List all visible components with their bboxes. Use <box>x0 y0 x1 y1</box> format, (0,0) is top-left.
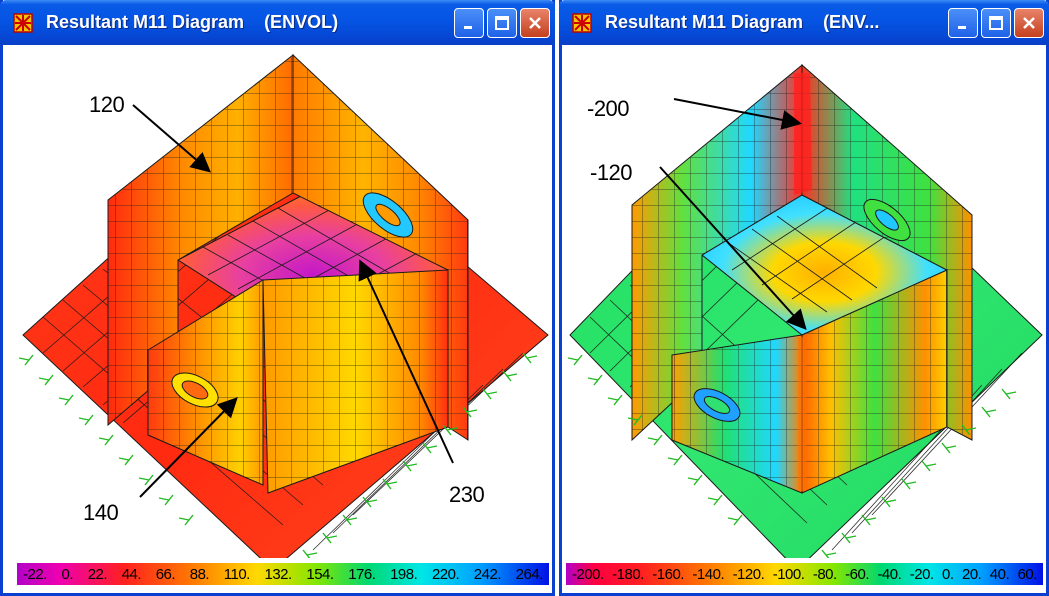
minimize-button[interactable] <box>454 7 484 38</box>
maximize-icon <box>989 15 1003 30</box>
legend-value: -100. <box>772 565 805 583</box>
legend-value: 20. <box>961 565 982 583</box>
window-title: Resultant M11 Diagram (ENVOL) <box>46 12 339 32</box>
legend-value: 0. <box>61 565 74 583</box>
close-icon <box>1023 16 1035 29</box>
legend-value: -200. <box>572 565 604 583</box>
m11-diagram-window-env[interactable]: Resultant M11 Diagram (ENV... -200 -120 … <box>559 0 1049 596</box>
legend-value: 22. <box>87 565 108 583</box>
contour-legend-bar: -200. -180. -160. -140. -120. -100. -80.… <box>566 563 1043 585</box>
m11-diagram-window-envol[interactable]: Resultant M11 Diagram (ENVOL) 120 230 14… <box>0 0 555 596</box>
legend-value: -40. <box>877 565 902 583</box>
legend-value: -80. <box>812 565 837 583</box>
title-bar[interactable]: Resultant M11 Diagram (ENV... <box>559 0 1049 45</box>
legend-value: 176. <box>348 565 376 583</box>
frame-app-icon[interactable] <box>571 12 593 34</box>
legend-value: 60. <box>1017 565 1038 583</box>
frame-app-icon[interactable] <box>12 12 34 34</box>
legend-value: -60. <box>845 565 869 583</box>
legend-value: 264. <box>515 565 544 583</box>
legend-value: 40. <box>989 565 1010 583</box>
legend-value: 242. <box>473 565 502 583</box>
legend-value: 220. <box>431 565 460 583</box>
legend-value: 132. <box>264 565 293 583</box>
legend-value: -20. <box>909 565 934 583</box>
legend-value: 66. <box>155 565 176 583</box>
window-title: Resultant M11 Diagram (ENV... <box>605 12 880 32</box>
close-button[interactable] <box>520 7 550 38</box>
maximize-button[interactable] <box>981 7 1011 38</box>
legend-value: -140. <box>692 565 725 583</box>
legend-value: 154. <box>306 565 334 583</box>
maximize-icon <box>495 15 509 30</box>
callout-label-neg200: -200 <box>587 96 630 121</box>
minimize-icon <box>958 25 966 29</box>
title-bar[interactable]: Resultant M11 Diagram (ENVOL) <box>0 0 555 45</box>
close-button[interactable] <box>1014 7 1044 38</box>
model-viewport[interactable] <box>562 45 1046 558</box>
legend-value: 88. <box>189 565 210 583</box>
callout-label-140: 140 <box>83 500 119 525</box>
callout-label-120: 120 <box>89 92 125 117</box>
legend-value: -120. <box>732 565 765 583</box>
shell-contour-plot <box>567 63 1043 558</box>
contour-legend-bar: -22. 0. 22. 44. 66. 88. 110. 132. 154. 1… <box>17 563 549 585</box>
legend-value: 0. <box>942 565 954 583</box>
legend-value: 110. <box>223 565 251 583</box>
maximize-button[interactable] <box>487 7 517 38</box>
legend-value: -22. <box>23 565 47 583</box>
callout-label-neg120: -120 <box>590 160 633 185</box>
legend-value: -180. <box>612 565 644 583</box>
callout-label-230: 230 <box>449 482 485 507</box>
minimize-icon <box>464 25 472 29</box>
legend-value: -160. <box>652 565 684 583</box>
legend-value: 44. <box>121 565 142 583</box>
legend-value: 198. <box>390 565 418 583</box>
minimize-button[interactable] <box>948 7 978 38</box>
close-icon <box>529 16 541 29</box>
